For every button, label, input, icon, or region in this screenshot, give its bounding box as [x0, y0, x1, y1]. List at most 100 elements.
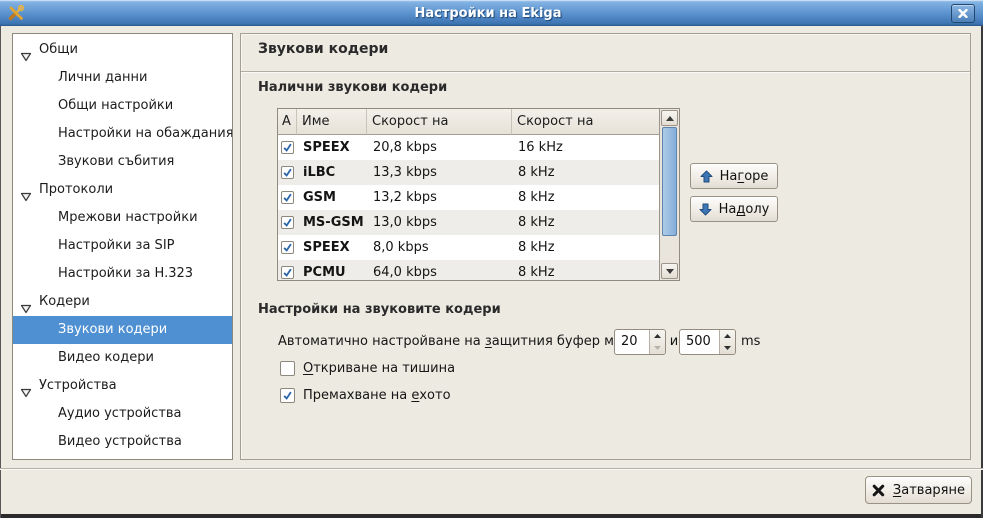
- sidebar-item[interactable]: Общи настройки: [13, 92, 232, 120]
- codec-name: MS-GSM: [297, 215, 367, 230]
- sidebar-item[interactable]: Мрежови настройки: [13, 204, 232, 232]
- option-row[interactable]: Откриване на тишина: [241, 360, 741, 377]
- table-header: AИмеСкорост на връзкатаСкорост на часовн…: [278, 109, 660, 135]
- jitter-min-value[interactable]: 20: [615, 330, 649, 354]
- jitter-max-value[interactable]: 500: [680, 330, 719, 354]
- sidebar-item[interactable]: Звукови събития: [13, 148, 232, 176]
- table-scrollbar[interactable]: [659, 109, 679, 280]
- sidebar-item-label: Аудио устройства: [58, 400, 182, 428]
- codec-bandwidth: 13,3 kbps: [367, 165, 512, 180]
- expander-icon[interactable]: [20, 381, 32, 391]
- sidebar-item[interactable]: Протоколи: [13, 176, 232, 204]
- codec-clock: 8 kHz: [512, 190, 660, 205]
- scroll-down-button[interactable]: [661, 263, 678, 279]
- codec-bandwidth: 20,8 kbps: [367, 140, 512, 155]
- window-title: Настройки на Ekiga: [25, 6, 951, 21]
- codec-active-checkbox[interactable]: [281, 166, 294, 179]
- spin-up-icon[interactable]: [720, 330, 735, 342]
- sidebar-item[interactable]: Кодери: [13, 288, 232, 316]
- option-row[interactable]: Премахване на ехото: [241, 387, 741, 404]
- codec-name: GSM: [297, 190, 367, 205]
- codec-active-checkbox[interactable]: [281, 141, 294, 154]
- option-checkbox[interactable]: [280, 388, 295, 403]
- spinner-buttons[interactable]: [719, 330, 735, 354]
- option-checkbox[interactable]: [280, 361, 295, 376]
- codec-clock: 8 kHz: [512, 165, 660, 180]
- column-header[interactable]: A: [278, 109, 297, 135]
- codec-clock: 8 kHz: [512, 215, 660, 230]
- sidebar-item-label: Кодери: [39, 288, 90, 316]
- spinner-buttons[interactable]: [649, 330, 665, 354]
- codec-active-checkbox[interactable]: [281, 191, 294, 204]
- sidebar-item[interactable]: Видео устройства: [13, 428, 232, 456]
- sections-tree: ОбщиЛични данниОбщи настройкиНастройки н…: [12, 33, 233, 460]
- sidebar-item[interactable]: Настройки за SIP: [13, 232, 232, 260]
- sidebar-item-label: Звукови събития: [58, 148, 174, 176]
- close-button[interactable]: Затваряне: [865, 476, 972, 504]
- sidebar-item-label: Звукови кодери: [58, 316, 167, 344]
- jitter-unit-label: ms: [741, 329, 760, 355]
- close-button-label: Затваряне: [893, 483, 965, 498]
- titlebar[interactable]: Настройки на Ekiga: [0, 0, 983, 26]
- column-header[interactable]: Скорост на часовника: [512, 109, 660, 135]
- codec-active-checkbox[interactable]: [281, 266, 294, 279]
- sidebar-item-label: Мрежови настройки: [58, 204, 198, 232]
- sidebar-item-label: Видео кодери: [58, 344, 154, 372]
- scroll-up-button[interactable]: [661, 110, 678, 126]
- codec-bandwidth: 8,0 kbps: [367, 240, 512, 255]
- sidebar-item[interactable]: Звукови кодери: [13, 316, 232, 344]
- tools-icon: [7, 4, 25, 22]
- sidebar-item[interactable]: Аудио устройства: [13, 400, 232, 428]
- jitter-min-spinner[interactable]: 20: [614, 329, 666, 355]
- jitter-max-spinner[interactable]: 500: [679, 329, 736, 355]
- window-close-button[interactable]: [951, 4, 975, 23]
- codec-bandwidth: 13,0 kbps: [367, 215, 512, 230]
- expander-icon[interactable]: [20, 297, 32, 307]
- footer-separator: [0, 468, 983, 470]
- codec-row[interactable]: SPEEX8,0 kbps8 kHz: [278, 235, 661, 260]
- sidebar-item-label: Лични данни: [58, 64, 147, 92]
- codec-active-checkbox[interactable]: [281, 241, 294, 254]
- move-down-label: Надолу: [719, 202, 770, 217]
- codec-bandwidth: 64,0 kbps: [367, 265, 512, 280]
- expander-icon[interactable]: [20, 45, 32, 55]
- sidebar-item[interactable]: Устройства: [13, 372, 232, 400]
- codec-row[interactable]: iLBC13,3 kbps8 kHz: [278, 160, 661, 185]
- main-panel: Звукови кодери Налични звукови кодери AИ…: [240, 33, 971, 460]
- codec-name: SPEEX: [297, 240, 367, 255]
- codecs-table: AИмеСкорост на връзкатаСкорост на часовн…: [277, 108, 680, 281]
- sidebar-item[interactable]: Настройки за H.323: [13, 260, 232, 288]
- codec-name: PCMU: [297, 265, 367, 280]
- codec-clock: 8 kHz: [512, 240, 660, 255]
- sidebar-item-label: Настройки за H.323: [58, 260, 193, 288]
- column-header[interactable]: Име: [297, 109, 367, 135]
- codec-row[interactable]: MS-GSM13,0 kbps8 kHz: [278, 210, 661, 235]
- codec-row[interactable]: PCMU64,0 kbps8 kHz: [278, 260, 661, 281]
- spin-down-icon[interactable]: [720, 342, 735, 354]
- codecs-section-title: Налични звукови кодери: [258, 80, 447, 95]
- move-down-button[interactable]: Надолу: [690, 196, 778, 222]
- sidebar-item-label: Общи: [39, 36, 78, 64]
- settings-section-title: Настройки на звуковите кодери: [258, 302, 501, 317]
- expander-icon[interactable]: [20, 185, 32, 195]
- sidebar-item[interactable]: Видео кодери: [13, 344, 232, 372]
- codec-bandwidth: 13,2 kbps: [367, 190, 512, 205]
- move-up-button[interactable]: Нагоре: [690, 163, 778, 189]
- page-title: Звукови кодери: [258, 41, 388, 57]
- spin-up-icon[interactable]: [650, 330, 665, 342]
- sidebar-item-label: Общи настройки: [58, 92, 173, 120]
- scrollbar-thumb[interactable]: [662, 127, 677, 236]
- sidebar-item-label: Видео устройства: [58, 428, 182, 456]
- sidebar-item-label: Устройства: [39, 372, 117, 400]
- codec-active-checkbox[interactable]: [281, 216, 294, 229]
- sidebar-item[interactable]: Настройки на обажданията: [13, 120, 232, 148]
- codec-row[interactable]: SPEEX20,8 kbps16 kHz: [278, 135, 661, 160]
- spin-down-icon[interactable]: [650, 342, 665, 354]
- column-header[interactable]: Скорост на връзката: [367, 109, 512, 135]
- sidebar-item[interactable]: Общи: [13, 36, 232, 64]
- sidebar-item[interactable]: Лични данни: [13, 64, 232, 92]
- codec-row[interactable]: GSM13,2 kbps8 kHz: [278, 185, 661, 210]
- move-up-label: Нагоре: [720, 169, 769, 184]
- table-body: SPEEX20,8 kbps16 kHziLBC13,3 kbps8 kHzGS…: [278, 135, 661, 281]
- option-label: Премахване на ехото: [303, 387, 451, 404]
